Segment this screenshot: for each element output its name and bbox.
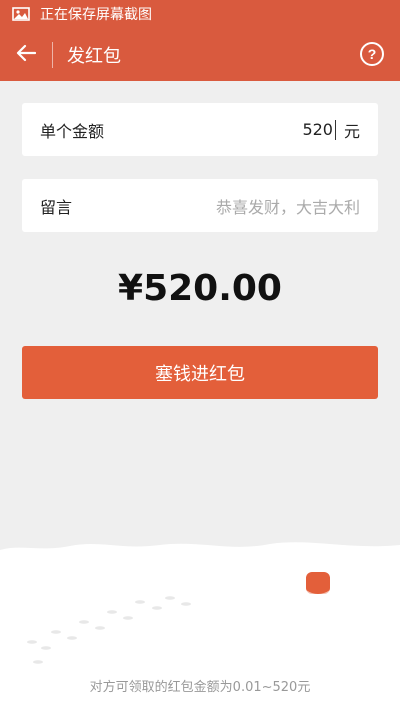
amount-range-note: 对方可领取的红包金额为0.01~520元 xyxy=(89,680,311,695)
back-button[interactable] xyxy=(0,28,52,81)
title-divider xyxy=(52,41,53,68)
status-bar: 正在保存屏幕截图 xyxy=(0,0,400,28)
app-bar: 发红包 ? xyxy=(0,28,400,81)
help-button[interactable]: ? xyxy=(360,42,384,66)
text-caret xyxy=(334,119,336,140)
amount-row[interactable]: 单个金额 520 元 xyxy=(22,103,378,156)
question-circle-icon: ? xyxy=(367,46,377,62)
send-red-packet-button[interactable]: 塞钱进红包 xyxy=(22,346,378,399)
arrow-left-icon xyxy=(16,44,37,66)
message-row[interactable]: 留言 恭喜发财，大吉大利 xyxy=(22,179,378,232)
message-label: 留言 xyxy=(40,197,73,217)
amount-unit: 元 xyxy=(343,121,360,141)
page-title: 发红包 xyxy=(67,45,121,67)
status-text: 正在保存屏幕截图 xyxy=(40,7,152,23)
amount-input[interactable]: 520 xyxy=(302,120,333,139)
image-icon xyxy=(12,7,30,21)
message-input[interactable]: 恭喜发财，大吉大利 xyxy=(216,194,360,218)
total-amount: ¥520.00 xyxy=(118,268,282,309)
red-envelope-decoration xyxy=(306,572,330,596)
amount-label: 单个金额 xyxy=(40,121,105,141)
